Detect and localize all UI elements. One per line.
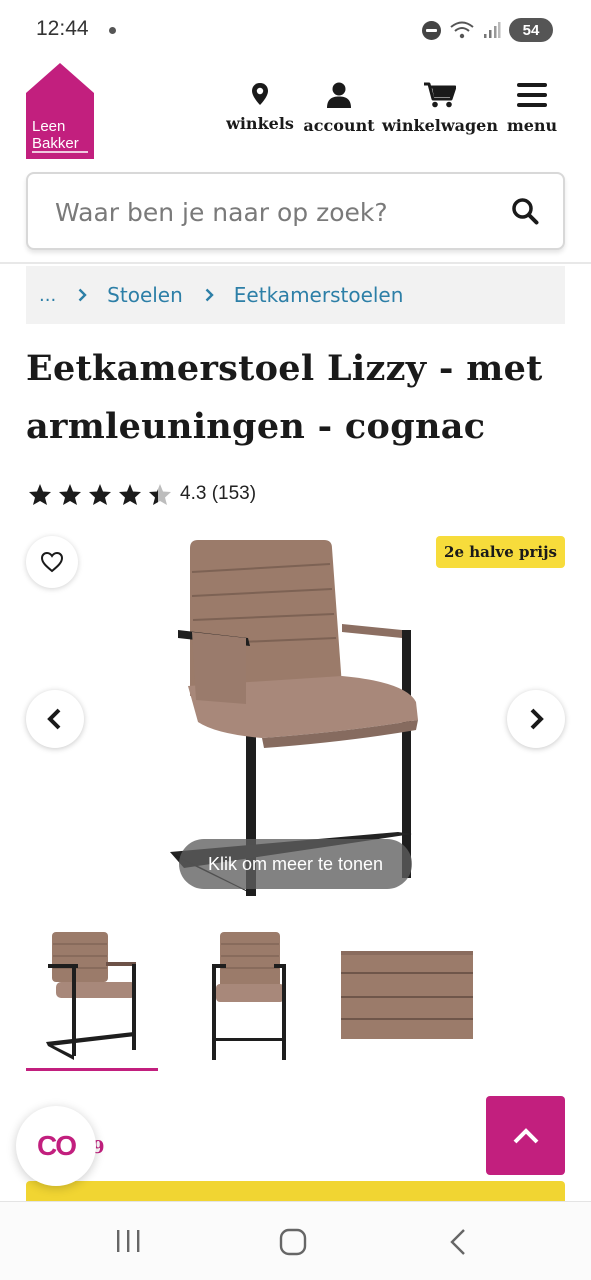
battery-indicator: 54 <box>509 18 553 42</box>
nav-label-winkelwagen: winkelwagen <box>382 116 498 135</box>
chevron-right-icon <box>78 288 87 302</box>
hamburger-menu-icon <box>517 83 547 107</box>
add-to-cart-strip[interactable] <box>26 1181 565 1203</box>
nav-winkels[interactable]: winkels <box>226 82 294 142</box>
back-icon[interactable] <box>448 1228 468 1256</box>
heart-icon <box>40 551 64 573</box>
star-filled-icon <box>59 483 81 505</box>
home-icon[interactable] <box>279 1228 307 1256</box>
status-time: 12:44 <box>36 17 89 40</box>
header-divider <box>0 262 591 264</box>
search-icon[interactable] <box>511 197 539 225</box>
search-input[interactable] <box>55 194 495 230</box>
breadcrumb-item-stoelen[interactable]: Stoelen <box>107 283 183 307</box>
status-icons: 54 <box>422 17 553 43</box>
next-image-button[interactable] <box>507 690 565 748</box>
chevron-up-icon <box>513 1127 538 1143</box>
nav-label-account: account <box>303 116 375 135</box>
logo-text-line2: Bakker <box>32 135 79 152</box>
favorite-button[interactable] <box>26 536 78 588</box>
notification-dot-icon <box>109 27 116 34</box>
product-rating[interactable]: 4.3 (153) <box>28 481 256 507</box>
nav-account[interactable]: account <box>303 82 375 142</box>
location-pin-icon <box>252 83 268 105</box>
search-bar[interactable] <box>26 172 565 250</box>
system-navigation-bar <box>0 1201 591 1280</box>
chat-widget-button[interactable]: CO <box>16 1106 96 1186</box>
back-to-top-button[interactable] <box>486 1096 565 1175</box>
nav-label-winkels: winkels <box>226 114 294 133</box>
breadcrumb: ... Stoelen Eetkamerstoelen <box>26 266 565 324</box>
signal-icon <box>484 22 501 38</box>
promo-badge: 2e halve prijs <box>436 536 565 568</box>
selected-thumbnail-indicator <box>26 1068 158 1071</box>
chevron-left-icon <box>47 708 61 730</box>
thumbnail-2[interactable] <box>210 926 290 1062</box>
breadcrumb-item-eetkamerstoelen[interactable]: Eetkamerstoelen <box>234 283 404 307</box>
star-half-icon <box>149 483 171 505</box>
chevron-right-icon <box>530 708 544 730</box>
breadcrumb-ellipsis[interactable]: ... <box>39 285 56 306</box>
thumbnail-1[interactable] <box>44 926 140 1062</box>
star-filled-icon <box>119 483 141 505</box>
wifi-icon <box>450 21 474 39</box>
star-filled-icon <box>29 483 51 505</box>
nav-menu[interactable]: menu <box>506 82 558 142</box>
chat-logo-icon: CO <box>37 1130 77 1161</box>
previous-image-button[interactable] <box>26 690 84 748</box>
nav-winkelwagen[interactable]: winkelwagen <box>382 82 498 142</box>
shopping-cart-icon <box>424 82 456 108</box>
do-not-disturb-icon <box>422 20 441 40</box>
logo-text-line1: Leen <box>32 118 65 135</box>
thumbnail-3[interactable] <box>341 951 473 1039</box>
rating-text: 4.3 (153) <box>180 483 257 504</box>
product-title: Eetkamerstoel Lizzy - met armleuningen -… <box>26 348 543 447</box>
person-icon <box>327 82 351 108</box>
leen-bakker-logo[interactable]: Leen Bakker <box>26 63 94 159</box>
chevron-right-icon <box>205 288 214 302</box>
recent-apps-icon[interactable] <box>114 1228 142 1254</box>
star-filled-icon <box>89 483 111 505</box>
status-bar: 12:44 54 <box>0 0 591 60</box>
nav-label-menu: menu <box>506 116 558 135</box>
show-more-button[interactable]: Klik om meer te tonen <box>179 839 412 889</box>
